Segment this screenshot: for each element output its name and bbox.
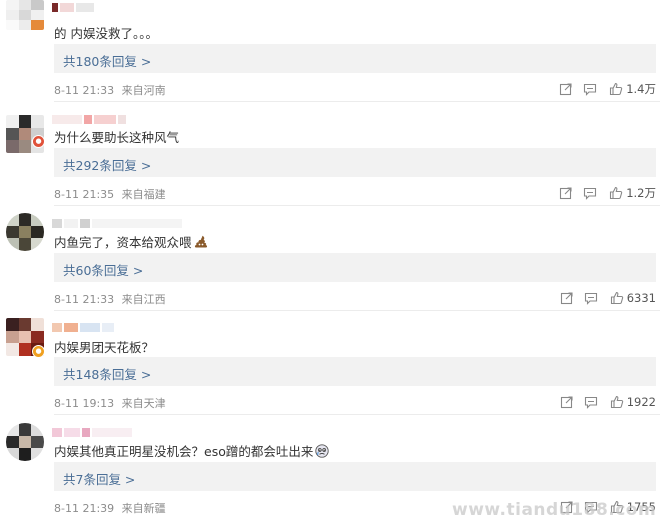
avatar[interactable] xyxy=(6,0,44,30)
reply-box[interactable]: 共148条回复 > xyxy=(54,357,656,386)
comment-actions: 1.4万 xyxy=(559,81,656,97)
comment-text: 内鱼完了，资本给观众喂 xyxy=(54,232,208,251)
share-icon[interactable] xyxy=(559,82,573,96)
comment-icon[interactable] xyxy=(583,82,597,96)
comment-text: 内娱其他真正明星没机会？eso蹭的都会吐出来 xyxy=(54,441,330,460)
divider xyxy=(54,205,660,206)
like-count: 1.4万 xyxy=(626,82,656,96)
comment-location: 来自福建 xyxy=(121,188,166,201)
username-redacted[interactable] xyxy=(52,323,114,332)
comment-text: 内娱男团天花板？ xyxy=(54,340,155,355)
like-button[interactable]: 6331 xyxy=(610,291,656,305)
like-button[interactable]: 1922 xyxy=(610,395,656,409)
like-icon xyxy=(610,291,623,305)
comment-meta: 8-11 21:33 来自河南 xyxy=(54,82,166,98)
like-button[interactable]: 1.4万 xyxy=(609,81,656,97)
comment-text-content: 内娱其他真正明星没机会？eso蹭的都会吐出来 xyxy=(54,444,314,459)
divider xyxy=(54,310,660,311)
comment-icon[interactable] xyxy=(584,395,598,409)
username-redacted[interactable] xyxy=(52,3,94,12)
comment-actions: 1922 xyxy=(560,394,656,410)
comment-location: 来自新疆 xyxy=(121,502,166,515)
reply-box[interactable]: 共292条回复 > xyxy=(54,148,656,177)
comment-text: 为什么要助长这种风气 xyxy=(54,130,180,145)
like-count: 1.2万 xyxy=(626,186,656,200)
comment-meta: 8-11 21:39 来自新疆 xyxy=(54,500,166,516)
avatar[interactable] xyxy=(6,213,44,251)
comment-icon[interactable] xyxy=(583,186,597,200)
divider xyxy=(54,101,660,102)
comment-text: 的 内娱没救了。。。 xyxy=(54,26,158,41)
comment-location: 来自河南 xyxy=(121,84,166,97)
reply-box[interactable]: 共7条回复 > xyxy=(54,462,656,491)
divider xyxy=(54,414,660,415)
verified-badge: ● xyxy=(32,135,45,148)
view-replies-link[interactable]: 共60条回复 > xyxy=(63,260,143,279)
like-icon xyxy=(610,82,623,96)
comment-meta: 8-11 21:33 来自江西 xyxy=(54,291,166,307)
like-icon xyxy=(610,186,623,200)
share-icon[interactable] xyxy=(560,395,574,409)
view-replies-link[interactable]: 共180条回复 > xyxy=(63,51,151,70)
verified-badge: ● xyxy=(32,345,45,358)
comment-time: 8-11 21:35 xyxy=(54,188,115,201)
comment-time: 8-11 21:33 xyxy=(54,293,115,306)
avatar[interactable] xyxy=(6,423,44,461)
comment-meta: 8-11 19:13 来自天津 xyxy=(54,395,166,411)
username-redacted[interactable] xyxy=(52,115,126,124)
comment-location: 来自江西 xyxy=(121,293,166,306)
comment-text-content: 内鱼完了，资本给观众喂 xyxy=(54,235,192,250)
username-redacted[interactable] xyxy=(52,428,132,437)
reply-box[interactable]: 共60条回复 > xyxy=(54,253,656,282)
view-replies-link[interactable]: 共7条回复 > xyxy=(63,469,135,488)
comment-time: 8-11 21:33 xyxy=(54,84,115,97)
view-replies-link[interactable]: 共148条回复 > xyxy=(63,364,151,383)
comment-time: 8-11 21:39 xyxy=(54,502,115,515)
comment-actions: 1.2万 xyxy=(559,185,656,201)
share-icon[interactable] xyxy=(559,186,573,200)
like-count: 1922 xyxy=(626,395,656,409)
site-watermark: www.tiandu188.com xyxy=(452,500,657,520)
reply-box[interactable]: 共180条回复 > xyxy=(54,44,656,73)
comment-meta: 8-11 21:35 来自福建 xyxy=(54,186,166,202)
like-icon xyxy=(610,395,623,409)
view-replies-link[interactable]: 共292条回复 > xyxy=(63,155,151,174)
like-button[interactable]: 1.2万 xyxy=(609,185,656,201)
poop-emoji xyxy=(194,235,207,248)
share-icon[interactable] xyxy=(560,291,574,305)
crying-face-emoji xyxy=(315,444,330,458)
comment-actions: 6331 xyxy=(560,290,656,306)
like-count: 6331 xyxy=(626,291,656,305)
comment-time: 8-11 19:13 xyxy=(54,397,115,410)
comment-icon[interactable] xyxy=(584,291,598,305)
username-redacted[interactable] xyxy=(52,219,182,228)
comment-location: 来自天津 xyxy=(121,397,166,410)
